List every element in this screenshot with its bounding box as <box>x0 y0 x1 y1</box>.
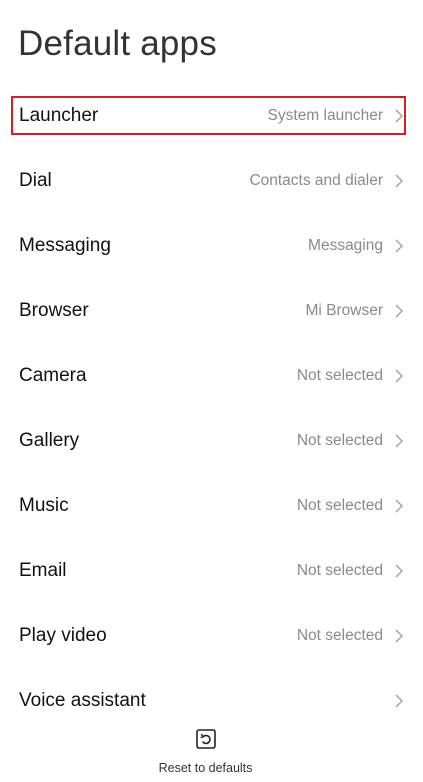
item-label: Voice assistant <box>19 689 146 711</box>
item-value: Not selected <box>296 626 383 644</box>
list-item-voice-assistant[interactable]: Voice assistant <box>0 668 423 733</box>
item-label: Play video <box>19 624 107 646</box>
reset-label: Reset to defaults <box>158 761 253 775</box>
list-item-camera[interactable]: Camera Not selected <box>0 343 423 408</box>
item-label: Dial <box>19 169 52 191</box>
list-item-email[interactable]: Email Not selected <box>0 538 423 603</box>
list-item-play-video[interactable]: Play video Not selected <box>0 603 423 668</box>
item-label: Browser <box>19 299 89 321</box>
item-label: Email <box>19 559 67 581</box>
item-value: Contacts and dialer <box>249 171 383 189</box>
item-label: Camera <box>19 364 87 386</box>
reset-icon <box>195 729 216 749</box>
item-value: Mi Browser <box>305 301 383 319</box>
page-title: Default apps <box>18 24 217 63</box>
item-value: Messaging <box>308 236 383 254</box>
default-apps-list: Launcher System launcher Dial Contacts a… <box>0 83 423 733</box>
chevron-right-icon <box>395 304 403 317</box>
item-value: Not selected <box>296 496 383 514</box>
item-value: System launcher <box>267 106 383 124</box>
chevron-right-icon <box>395 694 403 707</box>
list-item-dial[interactable]: Dial Contacts and dialer <box>0 148 423 213</box>
list-item-browser[interactable]: Browser Mi Browser <box>0 278 423 343</box>
item-label: Gallery <box>19 429 80 451</box>
list-item-launcher[interactable]: Launcher System launcher <box>0 83 423 148</box>
chevron-right-icon <box>395 434 403 447</box>
reset-to-defaults-button[interactable]: Reset to defaults <box>0 728 411 775</box>
item-label: Launcher <box>19 104 99 126</box>
list-item-music[interactable]: Music Not selected <box>0 473 423 538</box>
list-item-gallery[interactable]: Gallery Not selected <box>0 408 423 473</box>
item-value: Not selected <box>296 431 383 449</box>
item-value: Not selected <box>296 366 383 384</box>
chevron-right-icon <box>395 369 403 382</box>
item-label: Messaging <box>19 234 111 256</box>
chevron-right-icon <box>395 629 403 642</box>
chevron-right-icon <box>395 499 403 512</box>
item-label: Music <box>19 494 69 516</box>
item-value: Not selected <box>296 561 383 579</box>
chevron-right-icon <box>395 564 403 577</box>
list-item-messaging[interactable]: Messaging Messaging <box>0 213 423 278</box>
chevron-right-icon <box>395 174 403 187</box>
chevron-right-icon <box>395 239 403 252</box>
chevron-right-icon <box>395 109 403 122</box>
